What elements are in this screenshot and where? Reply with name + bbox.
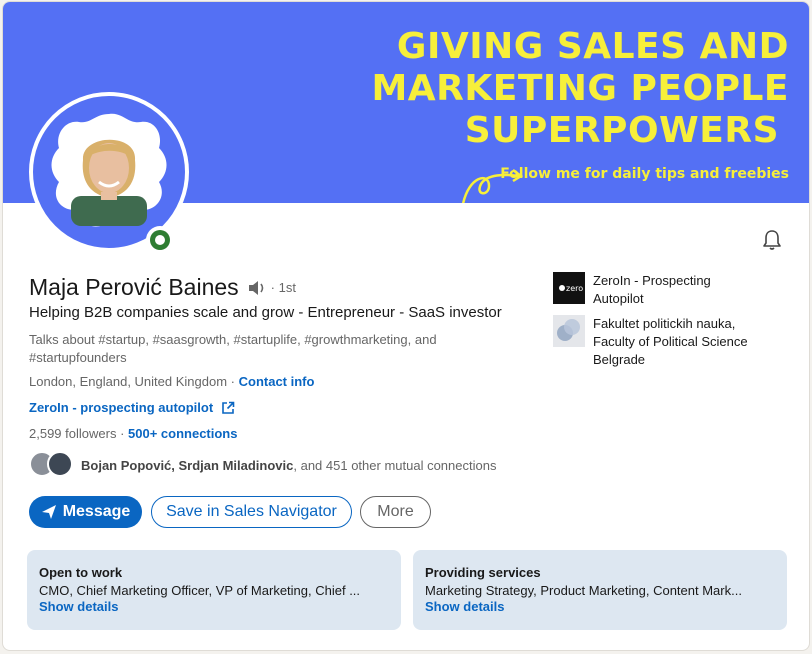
location-row: London, England, United Kingdom · Contac… bbox=[29, 374, 314, 389]
banner-subtitle: Follow me for daily tips and freebies bbox=[500, 166, 789, 182]
open-to-work-card[interactable]: Open to work CMO, Chief Marketing Office… bbox=[27, 550, 401, 630]
banner-line-2: MARKETING PEOPLE bbox=[371, 68, 789, 109]
sidebar-item-company[interactable]: zero ZeroIn - Prospecting Autopilot bbox=[553, 272, 743, 308]
mutual-names: Bojan Popović, Srdjan Miladinovic bbox=[81, 457, 294, 473]
location: London, England, United Kingdom bbox=[29, 374, 228, 389]
providing-services-card[interactable]: Providing services Marketing Strategy, P… bbox=[413, 550, 787, 630]
banner-line-1: GIVING SALES AND bbox=[396, 26, 789, 67]
avatar-photo bbox=[51, 113, 167, 227]
more-button[interactable]: More bbox=[360, 496, 431, 528]
mutual-avatars bbox=[29, 451, 77, 479]
school-logo-icon bbox=[553, 315, 585, 347]
contact-info-link[interactable]: Contact info bbox=[239, 374, 315, 389]
show-details-link[interactable]: Show details bbox=[39, 599, 389, 614]
website-row[interactable]: ZeroIn - prospecting autopilot bbox=[29, 400, 235, 415]
message-label: Message bbox=[62, 503, 131, 520]
external-link-icon bbox=[222, 401, 235, 414]
open-to-work-indicator bbox=[146, 226, 174, 254]
info-box-desc: Marketing Strategy, Product Marketing, C… bbox=[425, 583, 742, 598]
website-link[interactable]: ZeroIn - prospecting autopilot bbox=[29, 400, 213, 415]
info-box-desc: CMO, Chief Marketing Officer, VP of Mark… bbox=[39, 583, 361, 598]
sidebar-item-education[interactable]: Fakultet politickih nauka, Faculty of Po… bbox=[553, 315, 773, 369]
connections-link[interactable]: 500+ connections bbox=[128, 426, 237, 441]
talks-about: Talks about #startup, #saasgrowth, #star… bbox=[29, 332, 437, 365]
followers-count: 2,599 followers bbox=[29, 426, 117, 441]
speaker-icon[interactable] bbox=[247, 279, 267, 297]
followers-separator: · bbox=[116, 426, 129, 441]
banner-line-3: SUPERPOWERS bbox=[464, 110, 779, 151]
school-name: Fakultet politickih nauka, Faculty of Po… bbox=[593, 316, 748, 367]
zeroin-logo-icon: zero bbox=[553, 272, 585, 304]
name-row: Maja Perović Baines · 1st bbox=[29, 274, 296, 301]
profile-headline: Helping B2B companies scale and grow - E… bbox=[29, 304, 502, 321]
mutual-text: Bojan Popović, Srdjan Miladinovic, and 4… bbox=[81, 458, 496, 473]
mutual-connections[interactable]: Bojan Popović, Srdjan Miladinovic, and 4… bbox=[29, 451, 496, 479]
info-box-title: Open to work bbox=[39, 565, 123, 580]
connection-degree: · 1st bbox=[270, 280, 296, 295]
company-name: ZeroIn - Prospecting Autopilot bbox=[593, 273, 711, 306]
svg-text:zero: zero bbox=[566, 284, 583, 293]
bell-icon[interactable] bbox=[760, 228, 784, 252]
mutual-rest: , and 451 other mutual connections bbox=[293, 457, 497, 473]
location-separator: · bbox=[227, 374, 239, 389]
message-button[interactable]: Message bbox=[29, 496, 142, 528]
send-icon bbox=[41, 505, 56, 519]
info-box-title: Providing services bbox=[425, 565, 541, 580]
save-in-sales-navigator-button[interactable]: Save in Sales Navigator bbox=[151, 496, 352, 528]
profile-name: Maja Perović Baines bbox=[29, 274, 239, 300]
show-details-link[interactable]: Show details bbox=[425, 599, 775, 614]
avatar bbox=[47, 451, 73, 477]
followers-row: 2,599 followers · 500+ connections bbox=[29, 426, 237, 441]
profile-card: GIVING SALES AND MARKETING PEOPLE SUPERP… bbox=[2, 1, 810, 651]
